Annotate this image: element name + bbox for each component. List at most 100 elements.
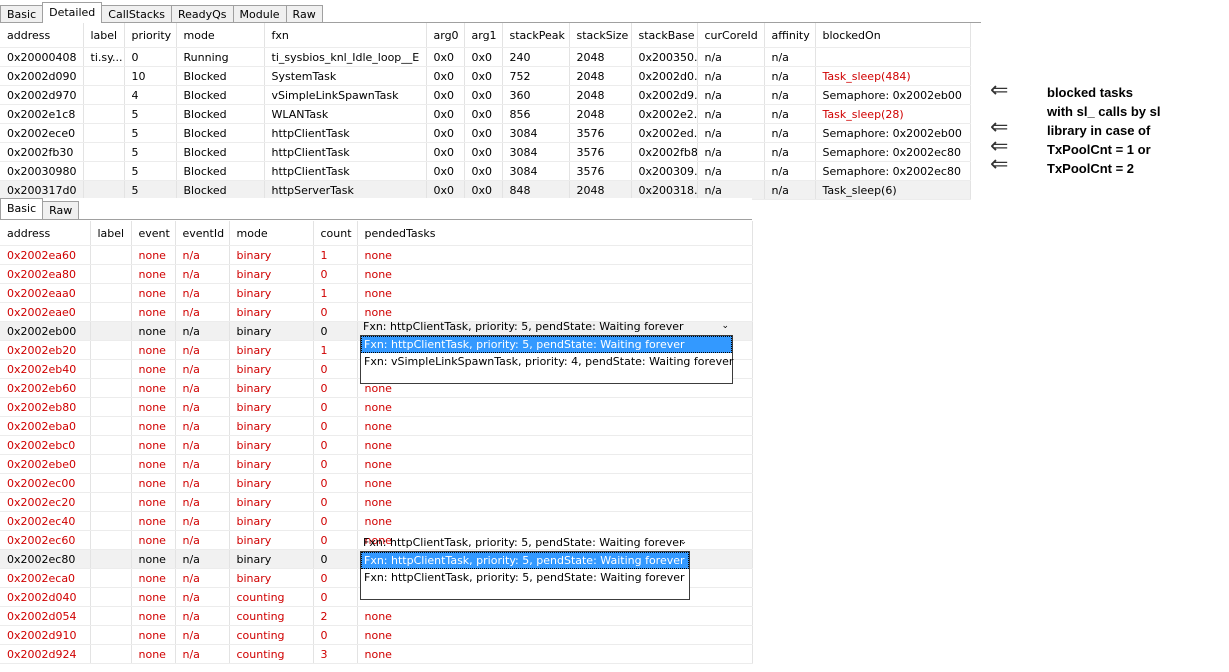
table-row[interactable]: 0x2002ec20 none n/a binary 0 none: [0, 492, 753, 512]
table-row[interactable]: 0x2002fb30 5 Blocked httpClientTask 0x0 0x0 30…: [0, 142, 971, 162]
cell-count: 0: [313, 302, 358, 322]
pended-tasks-combo-1[interactable]: Fxn: httpClientTask, priority: 5, pendSt…: [360, 318, 733, 335]
chevron-down-icon[interactable]: ⌄: [679, 534, 687, 551]
column-header-stackbase[interactable]: stackBase: [631, 23, 698, 48]
column-header-curcoreid[interactable]: curCoreId: [697, 23, 765, 48]
table-row[interactable]: 0x2002ece0 5 Blocked httpClientTask 0x0 0x0 30…: [0, 123, 971, 143]
pended-task-option[interactable]: Fxn: vSimpleLinkSpawnTask, priority: 4, …: [361, 353, 733, 370]
cell-fxn: ti_sysbios_knl_Idle_loop__E: [264, 47, 427, 67]
cell-priority: 5: [124, 123, 177, 143]
column-header-fxn[interactable]: fxn: [264, 23, 427, 48]
cell-label: [90, 568, 132, 588]
table-row[interactable]: 0x2002eb80 none n/a binary 0 none: [0, 397, 753, 417]
cell-priority: 5: [124, 142, 177, 162]
cell-label: [90, 606, 132, 626]
cell-event: none: [131, 606, 176, 626]
table-row[interactable]: 0x20000408 ti.sy... 0 Running ti_sysbios_knl…: [0, 47, 971, 67]
cell-address: 0x2002eb00: [0, 321, 91, 341]
cell-pendedtasks: none: [357, 264, 753, 284]
column-header-eventid[interactable]: eventId: [175, 221, 230, 246]
pended-tasks-combo-2[interactable]: Fxn: httpClientTask, priority: 5, pendSt…: [360, 534, 691, 551]
table-row[interactable]: 0x2002d090 10 Blocked SystemTask 0x0 0x0 752 20…: [0, 66, 971, 86]
tab-callstacks[interactable]: CallStacks: [101, 5, 172, 23]
column-header-arg0[interactable]: arg0: [426, 23, 465, 48]
cell-arg0: 0x0: [426, 85, 465, 105]
table-row[interactable]: 0x2002d054 none n/a counting 2 none: [0, 606, 753, 626]
cell-stackpeak: 856: [502, 104, 570, 124]
cell-pendedtasks: none: [357, 473, 753, 493]
cell-event: none: [131, 568, 176, 588]
cell-stackbase: 0x200318...: [631, 180, 698, 200]
cell-eventid: n/a: [175, 416, 230, 436]
tab-basic[interactable]: Basic: [0, 198, 44, 219]
column-header-label[interactable]: label: [90, 221, 132, 246]
cell-mode: binary: [229, 511, 314, 531]
cell-count: 0: [313, 435, 358, 455]
column-header-count[interactable]: count: [313, 221, 358, 246]
table-row[interactable]: 0x2002ebe0 none n/a binary 0 none: [0, 454, 753, 474]
cell-address: 0x2002d054: [0, 606, 91, 626]
cell-event: none: [131, 473, 176, 493]
cell-label: [90, 587, 132, 607]
column-header-pendedtasks[interactable]: pendedTasks: [357, 221, 753, 246]
annotation-line: TxPoolCnt = 2: [1047, 161, 1135, 176]
table-row[interactable]: 0x2002ec40 none n/a binary 0 none: [0, 511, 753, 531]
table-row[interactable]: 0x2002d970 4 Blocked vSimpleLinkSpawnTask 0x…: [0, 85, 971, 105]
cell-label: [90, 644, 132, 664]
cell-mode: binary: [229, 492, 314, 512]
cell-count: 0: [313, 549, 358, 569]
table-row[interactable]: 0x2002d910 none n/a counting 0 none: [0, 625, 753, 645]
table-row[interactable]: 0x2002ea60 none n/a binary 1 none: [0, 245, 753, 265]
cell-label: [90, 511, 132, 531]
pended-task-option[interactable]: Fxn: httpClientTask, priority: 5, pendSt…: [361, 336, 732, 353]
table-row[interactable]: 0x2002ea80 none n/a binary 0 none: [0, 264, 753, 284]
tab-readyqs[interactable]: ReadyQs: [171, 5, 234, 23]
cell-stackbase: 0x200350...: [631, 47, 698, 67]
cell-address: 0x2002ec00: [0, 473, 91, 493]
column-header-mode[interactable]: mode: [176, 23, 265, 48]
column-header-blockedon[interactable]: blockedOn: [815, 23, 971, 48]
cell-mode: binary: [229, 549, 314, 569]
tab-module[interactable]: Module: [232, 5, 287, 23]
cell-count: 1: [313, 340, 358, 360]
tab-raw[interactable]: Raw: [285, 5, 323, 23]
arrow-left-icon: ⇐: [990, 78, 1009, 103]
cell-mode: binary: [229, 264, 314, 284]
column-header-stacksize[interactable]: stackSize: [569, 23, 632, 48]
tab-basic[interactable]: Basic: [0, 5, 44, 23]
chevron-down-icon[interactable]: ⌄: [721, 318, 729, 335]
cell-label: [90, 397, 132, 417]
cell-arg1: 0x0: [464, 161, 503, 181]
cell-address: 0x2002d924: [0, 644, 91, 664]
cell-address: 0x2002eae0: [0, 302, 91, 322]
pended-task-option[interactable]: Fxn: httpClientTask, priority: 5, pendSt…: [361, 552, 689, 569]
column-header-label[interactable]: label: [83, 23, 125, 48]
table-row[interactable]: 0x2002ebc0 none n/a binary 0 none: [0, 435, 753, 455]
column-header-event[interactable]: event: [131, 221, 176, 246]
cell-stacksize: 2048: [569, 47, 632, 67]
cell-label: [90, 549, 132, 569]
column-header-address[interactable]: address: [0, 23, 84, 48]
column-header-mode[interactable]: mode: [229, 221, 314, 246]
cell-label: [90, 321, 132, 341]
column-header-stackpeak[interactable]: stackPeak: [502, 23, 570, 48]
column-header-address[interactable]: address: [0, 221, 91, 246]
column-header-affinity[interactable]: affinity: [764, 23, 816, 48]
tab-raw[interactable]: Raw: [42, 201, 80, 219]
cell-stacksize: 2048: [569, 180, 632, 200]
cell-stackbase: 0x200309...: [631, 161, 698, 181]
table-row[interactable]: 0x2002eba0 none n/a binary 0 none: [0, 416, 753, 436]
table-row[interactable]: 0x20030980 5 Blocked httpClientTask 0x0 0x0 30…: [0, 161, 971, 181]
pended-task-option[interactable]: Fxn: httpClientTask, priority: 5, pendSt…: [361, 569, 689, 586]
table-row[interactable]: 0x2002e1c8 5 Blocked WLANTask 0x0 0x0 856 2048 0…: [0, 104, 971, 124]
column-header-priority[interactable]: priority: [124, 23, 177, 48]
cell-pendedtasks: none: [357, 454, 753, 474]
table-row[interactable]: 0x200317d0 5 Blocked httpServerTask 0x0 0x0 84…: [0, 180, 971, 200]
cell-curcoreid: n/a: [697, 85, 765, 105]
table-row[interactable]: 0x2002eaa0 none n/a binary 1 none: [0, 283, 753, 303]
table-row[interactable]: 0x2002d924 none n/a counting 3 none: [0, 644, 753, 664]
cell-fxn: SystemTask: [264, 66, 427, 86]
table-row[interactable]: 0x2002ec00 none n/a binary 0 none: [0, 473, 753, 493]
column-header-arg1[interactable]: arg1: [464, 23, 503, 48]
tab-detailed[interactable]: Detailed: [42, 2, 103, 23]
